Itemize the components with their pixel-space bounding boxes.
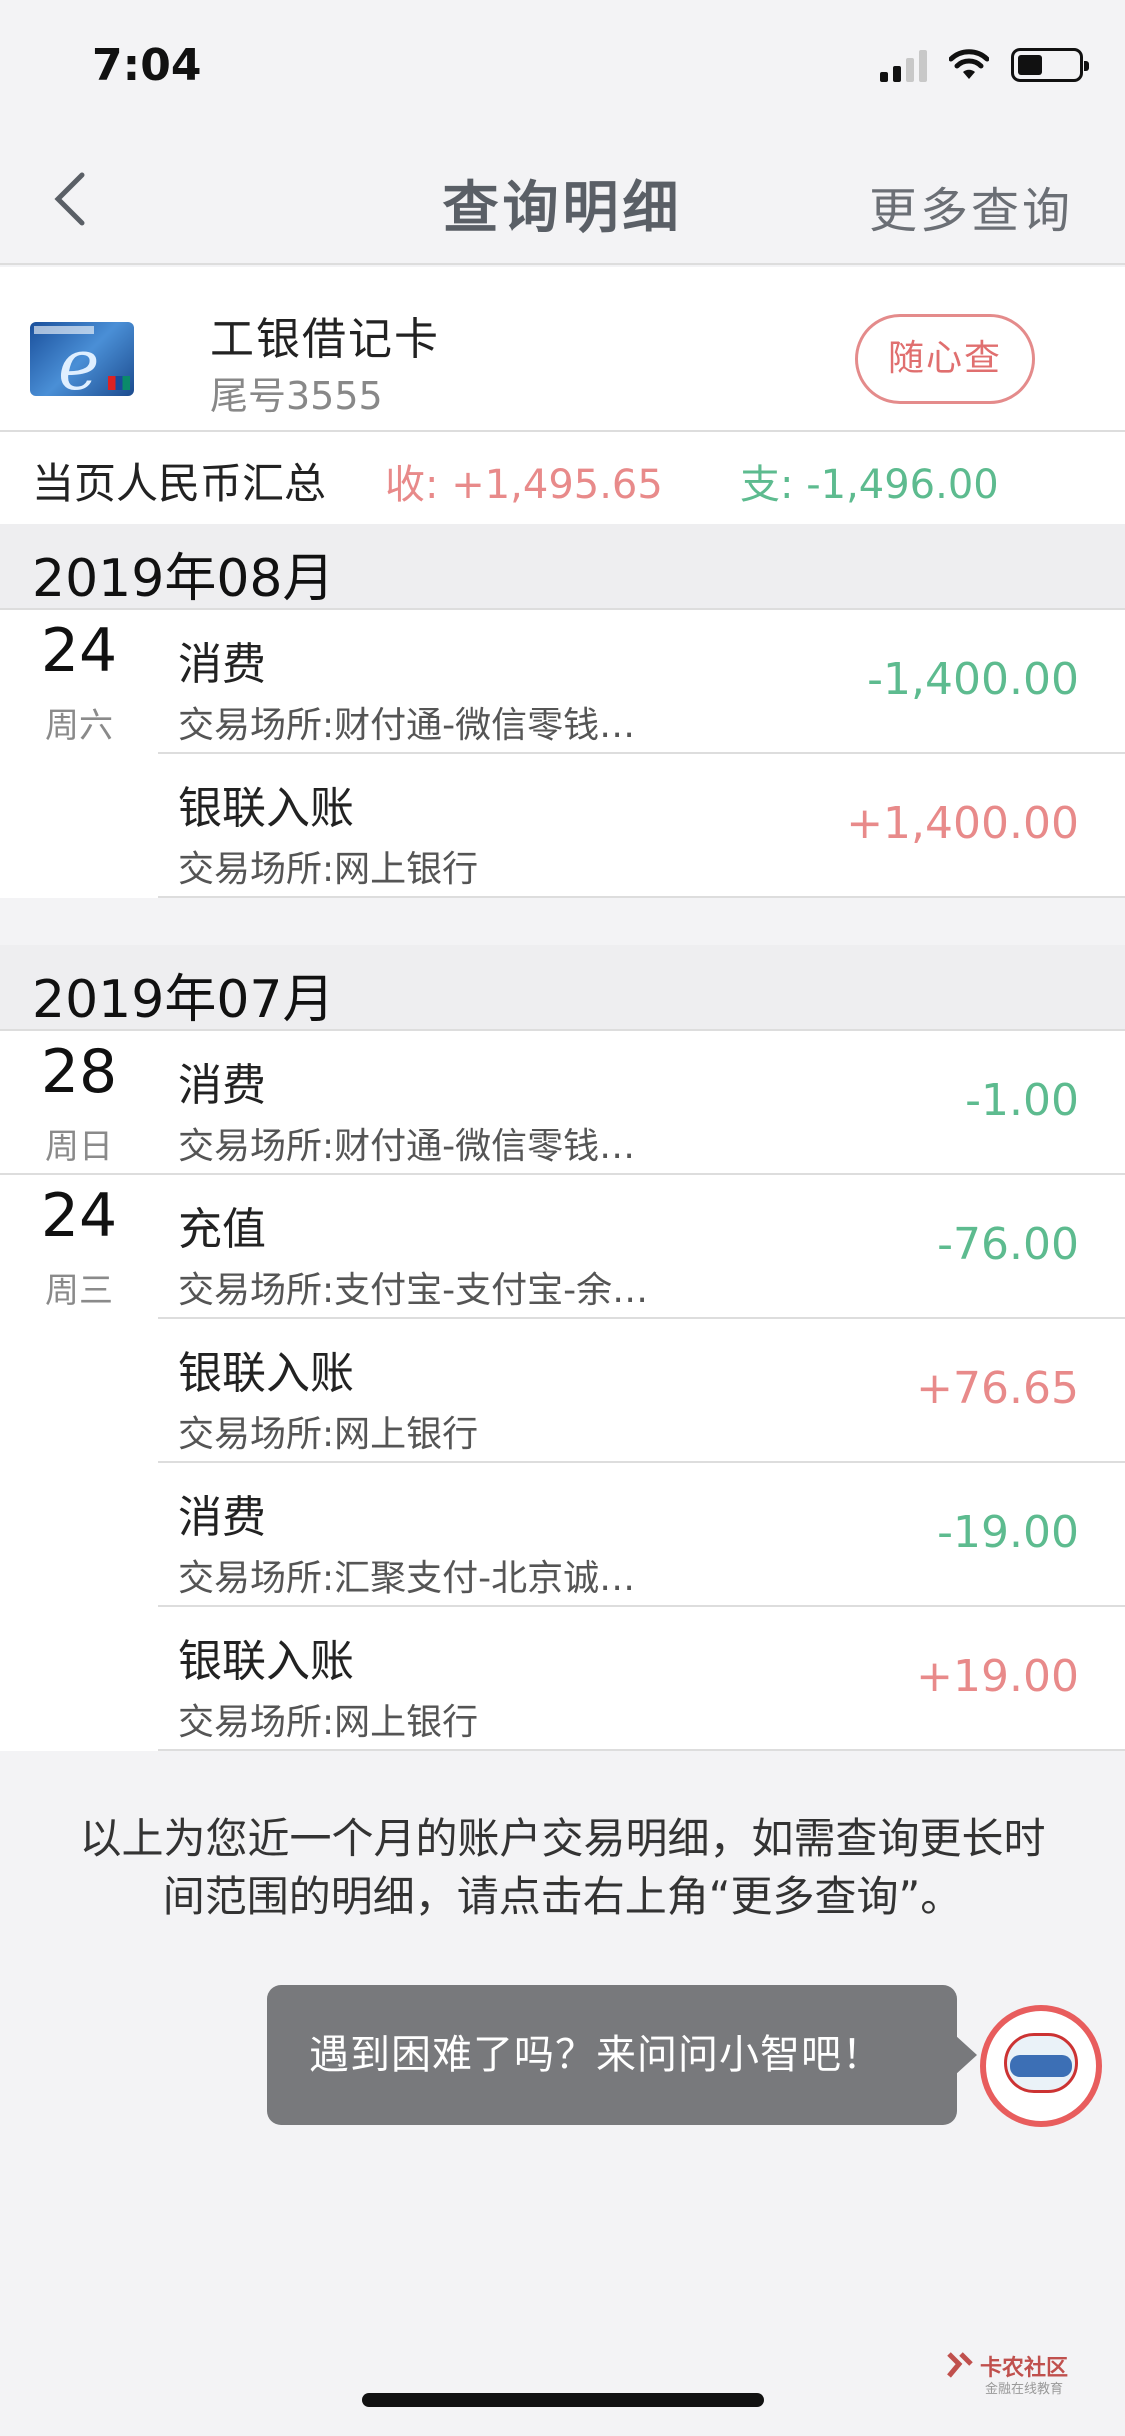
transaction-row[interactable]: 28 周日 消费 交易场所:财付通-微信零钱… -1.00 <box>0 1031 1125 1175</box>
tx-day: 24 <box>40 1181 118 1251</box>
summary-label: 当页人民币汇总 <box>32 459 327 508</box>
status-time: 7:04 <box>92 40 202 91</box>
status-icons <box>880 48 1089 82</box>
month-header: 2019年08月 <box>0 524 1125 610</box>
tx-type: 消费 <box>178 1060 266 1111</box>
card-name: 工银借记卡 <box>210 314 440 365</box>
footer-note-line: 以上为您近一个月的账户交易明细，如需查询更长时 <box>79 1814 1046 1863</box>
assistant-avatar-icon[interactable] <box>980 2005 1102 2127</box>
tx-place: 交易场所:网上银行 <box>178 849 479 890</box>
home-indicator[interactable] <box>362 2393 764 2407</box>
flexible-query-button[interactable]: 随心查 <box>855 314 1035 404</box>
tx-day: 24 <box>40 616 118 686</box>
tx-amount: -1,400.00 <box>867 654 1079 705</box>
tx-amount: -19.00 <box>937 1507 1079 1558</box>
card-info: e 工银借记卡 尾号3555 随心查 <box>0 267 1125 432</box>
transaction-group: 28 周日 消费 交易场所:财付通-微信零钱… -1.00 24 周三 充值 交… <box>0 1031 1125 1751</box>
tx-amount: +19.00 <box>916 1651 1079 1702</box>
tx-amount: +1,400.00 <box>846 798 1079 849</box>
tx-place: 交易场所:网上银行 <box>178 1702 479 1743</box>
tx-place: 交易场所:财付通-微信零钱… <box>178 1126 636 1167</box>
tx-amount: -76.00 <box>937 1219 1079 1270</box>
more-query-button[interactable]: 更多查询 <box>869 171 1073 241</box>
status-bar: 7:04 <box>0 0 1125 135</box>
tx-type: 充值 <box>178 1204 266 1255</box>
tx-type: 消费 <box>178 639 266 690</box>
transaction-row[interactable]: 银联入账 交易场所:网上银行 +1,400.00 <box>0 754 1125 898</box>
tx-place: 交易场所:支付宝-支付宝-余… <box>178 1270 649 1311</box>
transaction-row[interactable]: 银联入账 交易场所:网上银行 +19.00 <box>0 1607 1125 1751</box>
help-tooltip[interactable]: 遇到困难了吗？来问问小智吧！ <box>267 1985 977 2125</box>
battery-icon <box>1011 48 1089 82</box>
month-label: 2019年07月 <box>32 970 335 1030</box>
tx-place: 交易场所:网上银行 <box>178 1414 479 1455</box>
summary-row: 当页人民币汇总 收: +1,495.65 支: -1,496.00 <box>0 432 1125 524</box>
transaction-row[interactable]: 消费 交易场所:汇聚支付-北京诚… -19.00 <box>0 1463 1125 1607</box>
wifi-icon <box>949 49 989 79</box>
footer-note-line: 间范围的明细，请点击右上角“更多查询”。 <box>162 1872 963 1921</box>
signal-icon <box>880 48 927 82</box>
tx-type: 银联入账 <box>178 1636 354 1687</box>
card-tail-number: 尾号3555 <box>210 374 383 418</box>
tx-day: 28 <box>40 1037 118 1107</box>
watermark-logo-icon <box>947 2352 973 2378</box>
tx-type: 银联入账 <box>178 783 354 834</box>
watermark-subtitle: 金融在线教育 <box>985 2382 1064 2397</box>
tx-type: 银联入账 <box>178 1348 354 1399</box>
tx-weekday: 周六 <box>45 706 113 746</box>
transaction-row[interactable]: 24 周三 充值 交易场所:支付宝-支付宝-余… -76.00 <box>0 1175 1125 1319</box>
tx-amount: +76.65 <box>916 1363 1079 1414</box>
tx-weekday: 周日 <box>45 1127 113 1167</box>
summary-income: 收: +1,495.65 <box>385 462 663 508</box>
tx-place: 交易场所:财付通-微信零钱… <box>178 705 636 746</box>
card-logo-icon: e <box>30 322 134 396</box>
transaction-row[interactable]: 银联入账 交易场所:网上银行 +76.65 <box>0 1319 1125 1463</box>
tx-weekday: 周三 <box>45 1271 113 1311</box>
transaction-row[interactable]: 24 周六 消费 交易场所:财付通-微信零钱… -1,400.00 <box>0 610 1125 754</box>
month-label: 2019年08月 <box>32 549 335 609</box>
month-header: 2019年07月 <box>0 945 1125 1031</box>
footer-note: 以上为您近一个月的账户交易明细，如需查询更长时 间范围的明细，请点击右上角“更多… <box>20 1810 1105 1926</box>
tx-amount: -1.00 <box>965 1075 1079 1126</box>
transaction-group: 24 周六 消费 交易场所:财付通-微信零钱… -1,400.00 银联入账 交… <box>0 610 1125 898</box>
summary-expense: 支: -1,496.00 <box>740 462 999 508</box>
nav-bar: 查询明细 更多查询 <box>0 135 1125 265</box>
tx-place: 交易场所:汇聚支付-北京诚… <box>178 1558 636 1599</box>
tx-type: 消费 <box>178 1492 266 1543</box>
